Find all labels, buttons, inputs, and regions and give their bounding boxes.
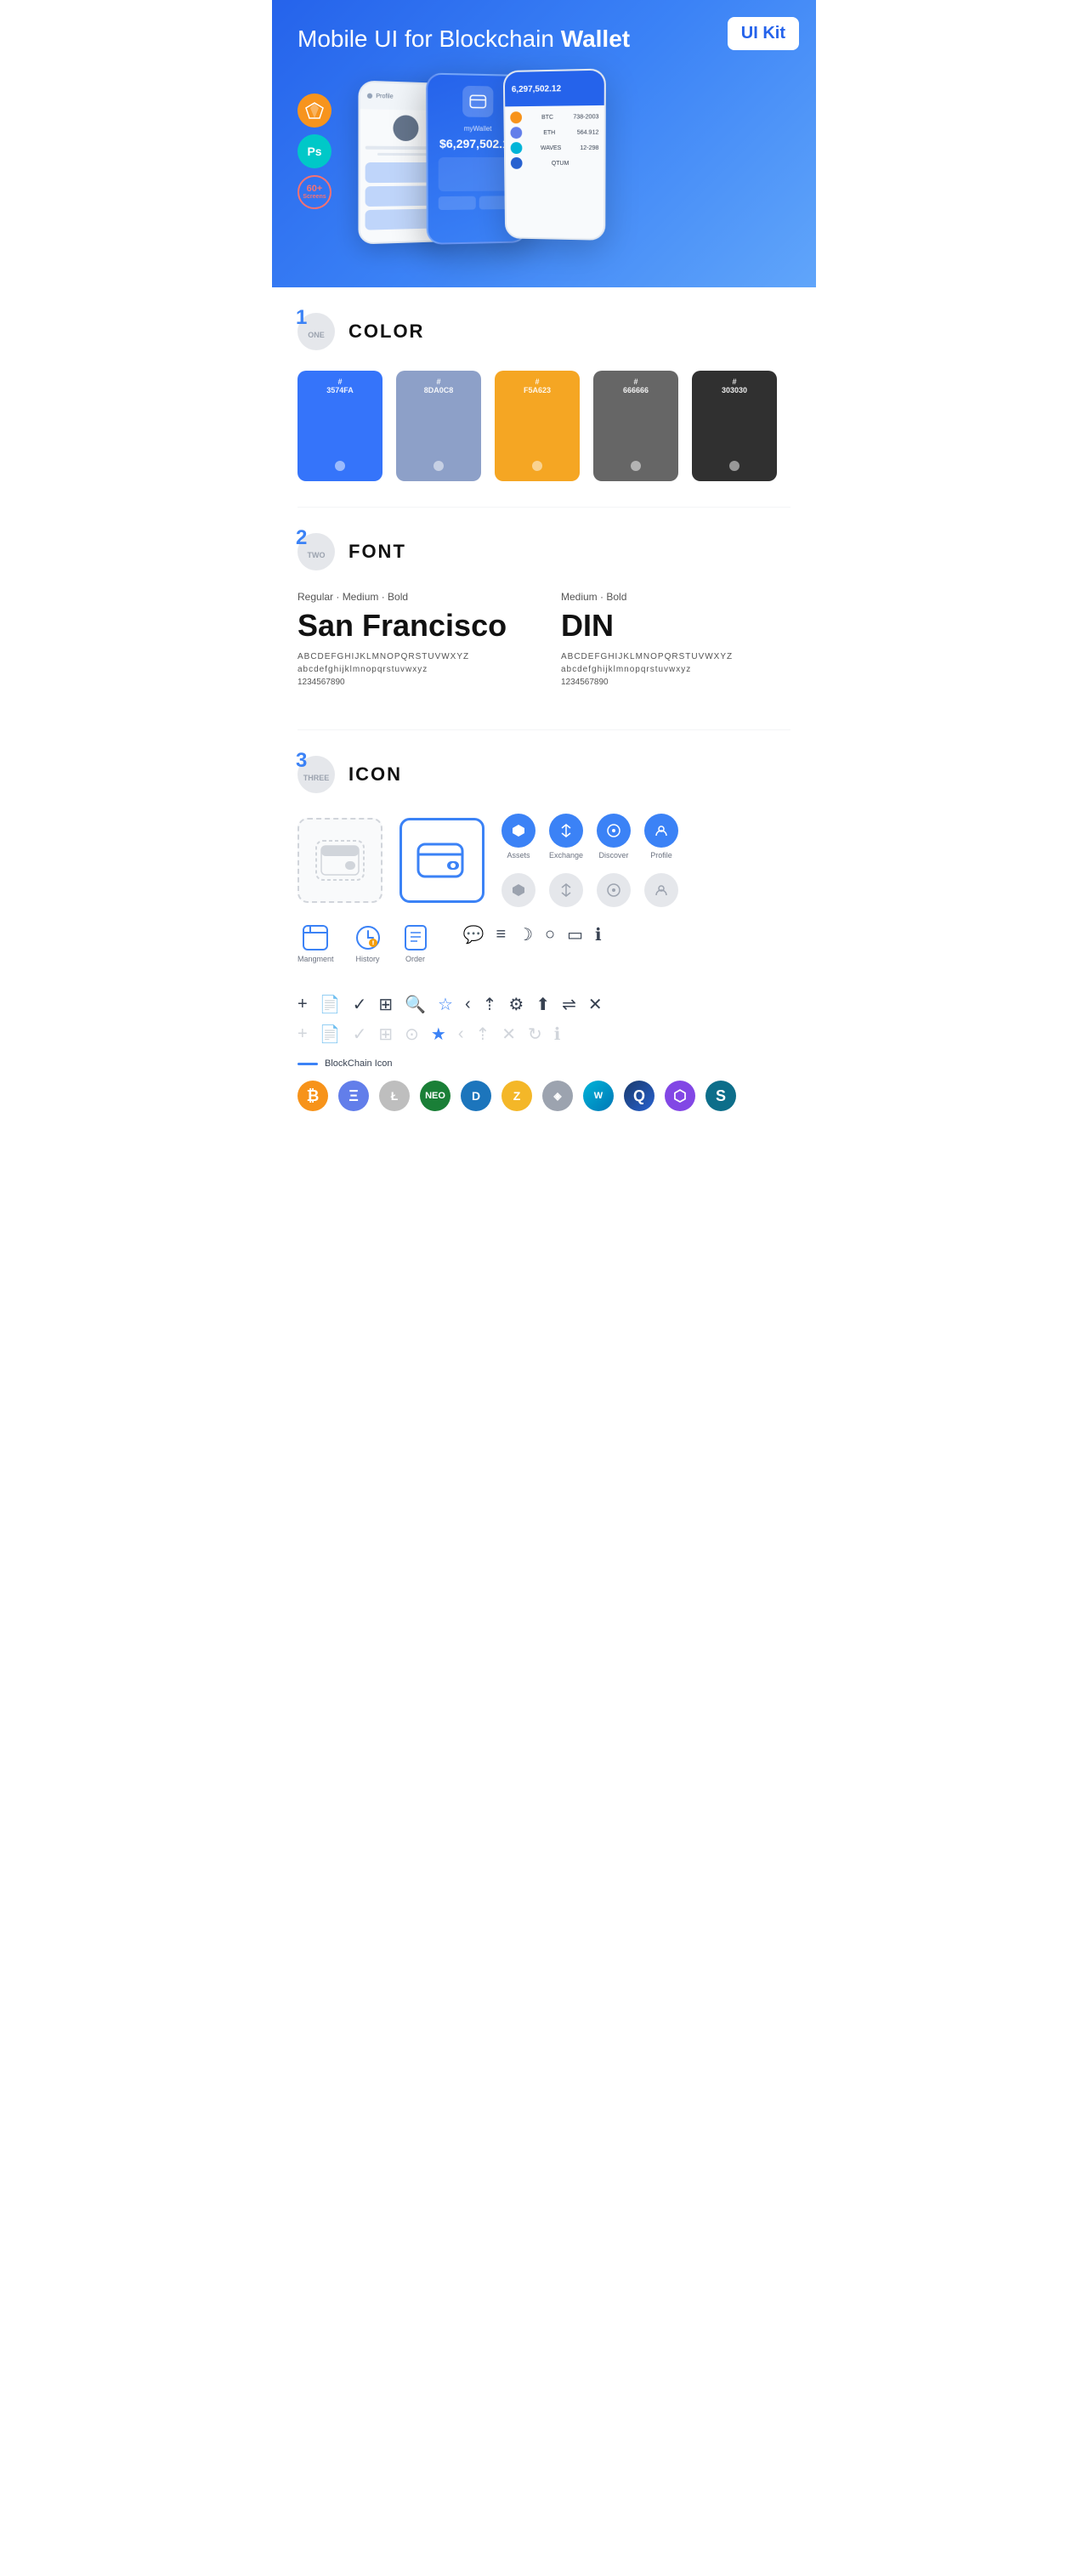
- hero-title: Mobile UI for Blockchain Wallet: [298, 26, 790, 53]
- document-icon-gray: 📄: [320, 1024, 341, 1045]
- wallet-icon-grid-placeholder: [298, 818, 382, 903]
- info-icon-gray: ℹ: [554, 1024, 561, 1045]
- color-section-title: COLOR: [348, 321, 424, 343]
- utility-icons-row-1: + 📄 ✓ ⊞ 🔍 ☆ ‹ ⇡ ⚙ ⬆ ⇌ ✕: [298, 994, 790, 1015]
- color-section: 1 ONE COLOR #3574FA #8DA0C8 #F5A623 #666…: [272, 287, 816, 507]
- font-section: 2 TWO FONT Regular · Medium · Bold San F…: [272, 508, 816, 729]
- icon-discover-gray: [597, 873, 631, 907]
- font-san-francisco: Regular · Medium · Bold San Francisco AB…: [298, 591, 527, 687]
- ps-badge: Ps: [298, 134, 332, 168]
- color-swatch-blue: #3574FA: [298, 371, 382, 481]
- icon-section-header: 3 THREE ICON: [298, 756, 790, 793]
- ui-kit-badge: UI Kit: [728, 17, 799, 50]
- polygon-icon: ⬡: [665, 1081, 695, 1111]
- sky-icon: S: [706, 1081, 736, 1111]
- qtum-icon: Q: [624, 1081, 654, 1111]
- neo-icon: NEO: [420, 1081, 450, 1111]
- sketch-badge: [298, 94, 332, 128]
- blockchain-text: BlockChain Icon: [325, 1058, 393, 1069]
- utility-icons-row-2: + 📄 ✓ ⊞ ⊙ ★ ‹ ⇡ ✕ ↻ ℹ: [298, 1024, 790, 1045]
- document-icon: 📄: [320, 994, 341, 1015]
- icon-assets-gray: [502, 873, 536, 907]
- star-icon-blue: ★: [431, 1024, 446, 1045]
- color-swatch-gray-blue: #8DA0C8: [396, 371, 481, 481]
- color-swatch-gray: #666666: [593, 371, 678, 481]
- font-din: Medium · Bold DIN ABCDEFGHIJKLMNOPQRSTUV…: [561, 591, 790, 687]
- bottom-icons-row: Mangment History Orde: [298, 924, 429, 963]
- font-section-header: 2 TWO FONT: [298, 533, 790, 570]
- waves-icon: W: [583, 1081, 614, 1111]
- layers-icon: ≡: [496, 925, 506, 945]
- comment-icon: ▭: [567, 924, 583, 945]
- crypto-row: ₿ Ξ Ł NEO D Z ◈ W Q ⬡ S: [298, 1081, 790, 1111]
- plus-icon: +: [298, 995, 308, 1014]
- chat-icon: 💬: [463, 924, 484, 945]
- info-icon: ℹ: [595, 924, 602, 945]
- grid-icon: ◈: [542, 1081, 573, 1111]
- blockchain-line: [298, 1063, 318, 1065]
- star-icon: ☆: [438, 994, 453, 1015]
- close-icon-gray: ✕: [502, 1024, 516, 1045]
- color-swatch-orange: #F5A623: [495, 371, 580, 481]
- search-icon: 🔍: [405, 994, 426, 1015]
- screens-badge: 60+ Screens: [298, 175, 332, 209]
- section-num-3: 3 THREE: [298, 756, 335, 793]
- redo-icon-gray: ↻: [528, 1024, 542, 1045]
- moon-icon: ☽: [518, 924, 533, 945]
- settings-icon: ⚙: [508, 994, 524, 1015]
- icon-profile: Profile: [644, 814, 678, 860]
- bitcoin-icon: ₿: [298, 1081, 328, 1111]
- swap-icon: ⇌: [562, 994, 576, 1015]
- blockchain-label: BlockChain Icon: [298, 1058, 790, 1069]
- search-icon-gray: ⊙: [405, 1024, 419, 1045]
- icon-section: 3 THREE ICON: [272, 730, 816, 1137]
- icon-profile-gray: [644, 873, 678, 907]
- qr-icon: ⊞: [378, 994, 393, 1015]
- icon-order: Order: [402, 924, 429, 963]
- qr-icon-gray: ⊞: [378, 1024, 393, 1045]
- icon-exchange: Exchange: [549, 814, 583, 860]
- share-icon-gray: ⇡: [476, 1024, 490, 1045]
- icon-exchange-gray: [549, 873, 583, 907]
- wallet-icon-blue: [400, 818, 484, 903]
- share-icon: ⇡: [483, 994, 497, 1015]
- icon-discover: Discover: [597, 814, 631, 860]
- close-icon: ✕: [588, 994, 603, 1015]
- wallet-icon-row: Assets Exchange Discover: [298, 814, 790, 907]
- icon-assets: Assets: [502, 814, 536, 860]
- font-section-title: FONT: [348, 541, 406, 563]
- section-num-1: 1 ONE: [298, 313, 335, 350]
- check-icon-gray: ✓: [353, 1024, 367, 1045]
- section-num-2: 2 TWO: [298, 533, 335, 570]
- ethereum-icon: Ξ: [338, 1081, 369, 1111]
- small-icons-row-1: 💬 ≡ ☽ ○ ▭ ℹ: [463, 924, 602, 945]
- hero-section: Mobile UI for Blockchain Wallet UI Kit P…: [272, 0, 816, 287]
- litecoin-icon: Ł: [379, 1081, 410, 1111]
- back-icon-gray: ‹: [458, 1024, 464, 1044]
- check-icon: ✓: [353, 994, 367, 1015]
- plus-icon-gray: +: [298, 1024, 308, 1044]
- dash-icon: D: [461, 1081, 491, 1111]
- circle-icon: ○: [545, 925, 555, 945]
- color-section-header: 1 ONE COLOR: [298, 313, 790, 350]
- icon-section-title: ICON: [348, 763, 402, 786]
- upload-icon: ⬆: [536, 994, 550, 1015]
- font-row: Regular · Medium · Bold San Francisco AB…: [298, 591, 790, 687]
- color-swatches: #3574FA #8DA0C8 #F5A623 #666666 #303030: [298, 371, 790, 481]
- zcash-icon: Z: [502, 1081, 532, 1111]
- back-icon: ‹: [465, 995, 471, 1014]
- color-swatch-dark: #303030: [692, 371, 777, 481]
- icon-management: Mangment: [298, 924, 334, 963]
- icon-history: History: [354, 924, 382, 963]
